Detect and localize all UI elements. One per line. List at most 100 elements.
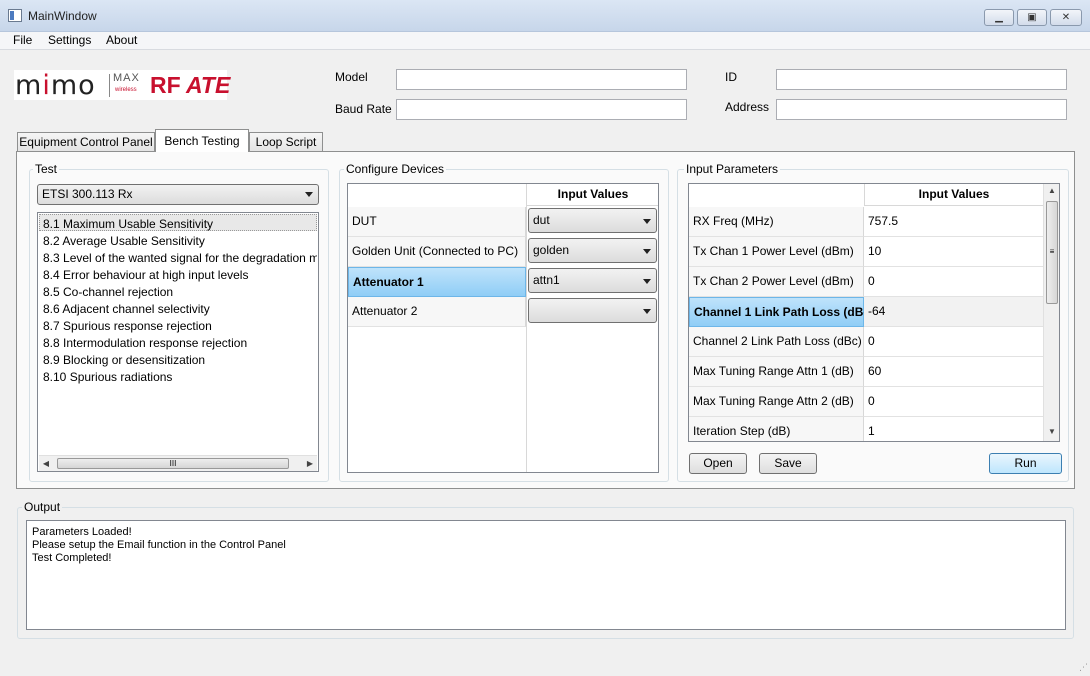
title-bar[interactable]: MainWindow ▁ ▣ ✕ — [0, 0, 1090, 32]
param-value-cell[interactable]: 0 — [864, 267, 1043, 297]
maximize-button[interactable]: ▣ — [1017, 9, 1047, 26]
output-label: Output — [22, 500, 63, 514]
param-row-label-selected[interactable]: Channel 1 Link Path Loss (dBc) — [689, 297, 874, 327]
logo-wireless: wireless — [115, 87, 137, 93]
device-select-value: attn1 — [533, 273, 560, 287]
param-row-label[interactable]: Iteration Step (dB) — [689, 417, 864, 441]
param-row-label[interactable]: Channel 2 Link Path Loss (dBc) — [689, 327, 864, 357]
device-row-label-dut[interactable]: DUT — [348, 207, 526, 237]
list-item[interactable]: 8.6 Adjacent channel selectivity — [43, 302, 210, 316]
restore-icon: ▣ — [1027, 12, 1037, 23]
param-row-label[interactable]: RX Freq (MHz) — [689, 207, 864, 237]
tab-bench-testing[interactable]: Bench Testing — [155, 129, 249, 152]
save-button[interactable]: Save — [759, 453, 817, 474]
chevron-down-icon — [643, 219, 651, 224]
list-item[interactable]: 8.3 Level of the wanted signal for the d… — [43, 251, 317, 265]
menu-settings[interactable]: Settings — [48, 33, 91, 47]
chevron-down-icon — [305, 192, 313, 197]
menu-file[interactable]: File — [13, 33, 32, 47]
logo-rf: RF — [150, 72, 181, 98]
param-value-cell[interactable]: 0 — [864, 327, 1043, 357]
run-button[interactable]: Run — [989, 453, 1062, 474]
test-standard-value: ETSI 300.113 Rx — [42, 187, 133, 201]
param-row-label[interactable]: Tx Chan 2 Power Level (dBm) — [689, 267, 864, 297]
tab-loop-script[interactable]: Loop Script — [249, 132, 323, 151]
device-row-label-golden[interactable]: Golden Unit (Connected to PC) — [348, 237, 526, 267]
param-value-cell[interactable]: 10 — [864, 237, 1043, 267]
list-item[interactable]: 8.5 Co-channel rejection — [43, 285, 173, 299]
resize-grip-icon[interactable]: ⋰ — [1074, 660, 1088, 674]
list-item[interactable]: 8.9 Blocking or desensitization — [43, 353, 205, 367]
param-value-cell[interactable]: 1 — [864, 417, 1043, 441]
device-select-golden[interactable]: golden — [528, 238, 657, 263]
param-value-cell[interactable]: -64 — [864, 297, 1043, 327]
list-item[interactable]: 8.7 Spurious response rejection — [43, 319, 212, 333]
logo-separator — [109, 74, 110, 97]
hscroll-grip: III — [169, 459, 177, 468]
list-item[interactable]: 8.2 Average Usable Sensitivity — [43, 234, 205, 248]
param-value-cell[interactable]: 757.5 — [864, 207, 1043, 237]
id-input[interactable] — [776, 69, 1067, 90]
input-parameters-label: Input Parameters — [684, 162, 781, 176]
minimize-button[interactable]: ▁ — [984, 9, 1014, 26]
configure-devices-label: Configure Devices — [344, 162, 447, 176]
device-select-value: dut — [533, 213, 550, 227]
output-line: Test Completed! — [32, 552, 112, 564]
chevron-down-icon — [643, 279, 651, 284]
minimize-icon: ▁ — [995, 12, 1003, 23]
test-list[interactable]: 8.1 Maximum Usable Sensitivity 8.2 Avera… — [37, 212, 319, 472]
list-item[interactable]: 8.4 Error behaviour at high input levels — [43, 268, 248, 282]
chevron-down-icon — [643, 309, 651, 314]
baud-rate-label: Baud Rate — [335, 102, 392, 116]
window-title: MainWindow — [28, 9, 97, 23]
device-select-value: golden — [533, 243, 570, 257]
vscroll-thumb[interactable]: ≡ — [1046, 201, 1058, 304]
scroll-left-icon[interactable]: ◀ — [41, 459, 51, 468]
list-item[interactable]: 8.10 Spurious radiations — [43, 370, 172, 384]
param-value-cell[interactable]: 60 — [864, 357, 1043, 387]
device-select-attenuator-2[interactable] — [528, 298, 657, 323]
device-select-dut[interactable]: dut — [528, 208, 657, 233]
open-button[interactable]: Open — [689, 453, 747, 474]
list-item[interactable]: 8.1 Maximum Usable Sensitivity — [43, 217, 213, 231]
model-label: Model — [335, 70, 368, 84]
address-label: Address — [725, 100, 770, 114]
menu-bar: File Settings About — [0, 32, 1090, 50]
scroll-down-icon[interactable]: ▼ — [1047, 427, 1057, 436]
configure-devices-table: Input Values DUT dut Golden Unit (Connec… — [347, 183, 659, 473]
logo-ate: ATE — [186, 72, 231, 98]
vscroll-grip-icon: ≡ — [1049, 247, 1055, 256]
device-row-label-attenuator-2[interactable]: Attenuator 2 — [348, 297, 526, 327]
hscroll-thumb[interactable]: III — [57, 458, 289, 469]
test-list-hscrollbar[interactable]: ◀ III ▶ — [39, 455, 317, 471]
test-group-label: Test — [33, 162, 60, 176]
column-header-input-values[interactable]: Input Values — [526, 184, 658, 206]
model-input[interactable] — [396, 69, 687, 90]
param-row-label[interactable]: Tx Chan 1 Power Level (dBm) — [689, 237, 864, 267]
list-item[interactable]: 8.8 Intermodulation response rejection — [43, 336, 247, 350]
tab-equipment-control-panel[interactable]: Equipment Control Panel — [17, 132, 155, 151]
scroll-up-icon[interactable]: ▲ — [1047, 186, 1057, 195]
column-header-input-values[interactable]: Input Values — [864, 184, 1043, 206]
logo-mimo: mimo — [15, 70, 96, 101]
test-list-viewport: 8.1 Maximum Usable Sensitivity 8.2 Avera… — [39, 214, 317, 454]
baud-rate-input[interactable] — [396, 99, 687, 120]
params-vscrollbar[interactable]: ▲ ≡ ▼ — [1043, 184, 1059, 441]
scroll-right-icon[interactable]: ▶ — [305, 459, 315, 468]
input-parameters-table: Input Values RX Freq (MHz) 757.5 Tx Chan… — [688, 183, 1060, 442]
address-input[interactable] — [776, 99, 1067, 120]
output-textarea[interactable]: Parameters Loaded! Please setup the Emai… — [26, 520, 1066, 630]
brand-logo: mimo MAX wireless RF ATE — [14, 70, 231, 101]
device-select-attenuator-1[interactable]: attn1 — [528, 268, 657, 293]
device-row-label-attenuator-1[interactable]: Attenuator 1 — [348, 267, 526, 297]
close-button[interactable]: ✕ — [1050, 9, 1082, 26]
menu-about[interactable]: About — [106, 33, 137, 47]
param-value-cell[interactable]: 0 — [864, 387, 1043, 417]
chevron-down-icon — [643, 249, 651, 254]
param-row-label[interactable]: Max Tuning Range Attn 1 (dB) — [689, 357, 864, 387]
output-line: Please setup the Email function in the C… — [32, 539, 286, 551]
param-row-label[interactable]: Max Tuning Range Attn 2 (dB) — [689, 387, 864, 417]
logo-max: MAX — [113, 72, 140, 84]
test-standard-select[interactable]: ETSI 300.113 Rx — [37, 184, 319, 205]
close-icon: ✕ — [1061, 12, 1071, 23]
